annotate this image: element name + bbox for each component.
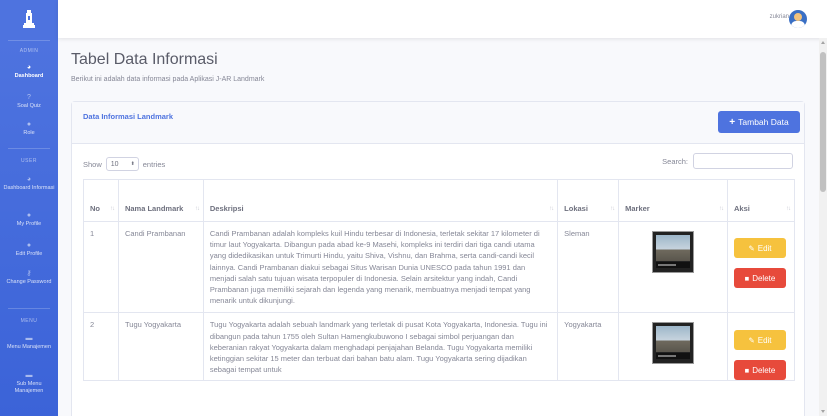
cell-lokasi: Yogyakarta bbox=[557, 312, 620, 382]
search-label: Search: bbox=[662, 156, 688, 166]
sidebar-item-label: Dashboard Informasi bbox=[3, 185, 55, 191]
sort-icon: ↑↓ bbox=[549, 206, 554, 212]
sidebar-item-dashboard[interactable]: ◕ Dashboard bbox=[0, 64, 58, 80]
entries-label: entries bbox=[142, 159, 166, 169]
table-header-row: No ↑↓ Nama Landmark ↑↓ Deskripsi ↑↓ Lokasi ↑… bbox=[83, 179, 796, 222]
data-card: Data Informasi Landmark + Tambah Data Sh… bbox=[71, 101, 805, 416]
search-input[interactable] bbox=[693, 153, 793, 169]
topbar: zukrian bbox=[58, 0, 827, 38]
edit-button[interactable]: ✎ Edit bbox=[733, 330, 786, 351]
data-table: No ↑↓ Nama Landmark ↑↓ Deskripsi ↑↓ Lokasi ↑… bbox=[83, 179, 796, 382]
sidebar-item-change-password[interactable]: ⚷ Change Password bbox=[0, 270, 58, 286]
sidebar-item-role[interactable]: ● Role bbox=[0, 121, 58, 137]
user-edit-icon: ● bbox=[26, 242, 32, 249]
sidebar-item-edit-profile[interactable]: ● Edit Profile bbox=[0, 242, 58, 258]
sidebar-heading-menu: MENU bbox=[20, 318, 38, 324]
cell-deskripsi: Tugu Yogyakarta adalah sebuah landmark y… bbox=[202, 312, 559, 382]
tachometer-icon: ◕ bbox=[26, 64, 32, 71]
monument-icon bbox=[23, 10, 35, 28]
cell-deskripsi: Candi Prambanan adalah kompleks kuil Hin… bbox=[202, 220, 559, 314]
sidebar-divider bbox=[8, 40, 50, 41]
cell-marker bbox=[618, 312, 728, 382]
sidebar-item-label: Edit Profile bbox=[15, 251, 43, 257]
sidebar: ADMIN ◕ Dashboard ? Soal Quiz ● Role USE… bbox=[0, 0, 58, 416]
card-title: Data Informasi Landmark bbox=[83, 112, 174, 121]
user-icon: ● bbox=[26, 121, 32, 128]
sidebar-item-menu-manajemen[interactable]: ▬ Menu Manajemen bbox=[0, 335, 58, 351]
plus-icon: + bbox=[729, 116, 736, 128]
sort-icon: ↑↓ bbox=[786, 206, 791, 212]
scroll-up-icon[interactable] bbox=[821, 41, 825, 44]
cell-no: 2 bbox=[83, 312, 119, 382]
cell-no: 1 bbox=[83, 220, 119, 314]
sidebar-item-dashboard-informasi[interactable]: ◕ Dashboard Informasi bbox=[0, 176, 58, 192]
marker-image bbox=[652, 231, 695, 273]
user-icon: ● bbox=[26, 212, 32, 219]
cell-aksi: ✎ Edit ■ Delete bbox=[726, 220, 796, 314]
sidebar-item-label: Menu Manajemen bbox=[6, 344, 52, 350]
cell-lokasi: Sleman bbox=[557, 220, 620, 314]
sidebar-heading-admin: ADMIN bbox=[19, 48, 39, 54]
entries-length: Show 10 ⬍ entries bbox=[83, 157, 165, 171]
column-header-nama-landmark[interactable]: Nama Landmark ↑↓ bbox=[117, 179, 204, 222]
scrollbar-thumb[interactable] bbox=[820, 52, 826, 192]
column-header-lokasi[interactable]: Lokasi ↑↓ bbox=[557, 179, 620, 222]
scroll-down-icon[interactable] bbox=[821, 410, 825, 413]
marker-image bbox=[652, 322, 695, 365]
page-subtitle: Berikut ini adalah data informasi pada A… bbox=[71, 76, 265, 83]
sidebar-item-label: Soal Quiz bbox=[17, 103, 41, 109]
add-data-button[interactable]: + Tambah Data bbox=[718, 111, 800, 133]
select-arrows-icon: ⬍ bbox=[130, 161, 135, 167]
sidebar-item-label: Dashboard bbox=[14, 73, 44, 79]
question-icon: ? bbox=[27, 94, 31, 101]
trash-icon: ■ bbox=[744, 273, 750, 283]
delete-button[interactable]: ■ Delete bbox=[733, 268, 786, 288]
column-header-no[interactable]: No ↑↓ bbox=[83, 179, 119, 222]
column-header-deskripsi[interactable]: Deskripsi ↑↓ bbox=[202, 179, 559, 222]
page-title: Tabel Data Informasi bbox=[71, 51, 218, 68]
search-filter: Search: bbox=[662, 153, 793, 169]
folder-open-icon: ▬ bbox=[25, 372, 33, 379]
sort-icon: ↑↓ bbox=[718, 206, 724, 212]
card-header: Data Informasi Landmark + Tambah Data bbox=[72, 102, 804, 144]
cell-marker bbox=[618, 220, 728, 314]
sort-icon: ↑↓ bbox=[194, 206, 200, 212]
column-header-marker[interactable]: Marker ↑↓ bbox=[618, 179, 728, 222]
page-scrollbar[interactable] bbox=[819, 38, 827, 416]
column-header-aksi[interactable]: Aksi ↑↓ bbox=[726, 179, 796, 222]
table-row: 1 Candi Prambanan Candi Prambanan adalah… bbox=[83, 220, 796, 314]
folder-icon: ▬ bbox=[25, 335, 33, 342]
avatar[interactable] bbox=[789, 10, 807, 28]
entries-value: 10 bbox=[110, 160, 119, 168]
sidebar-heading-user: USER bbox=[21, 158, 37, 164]
sidebar-divider bbox=[8, 148, 50, 149]
table-row: 2 Tugu Yogyakarta Tugu Yogyakarta adalah… bbox=[83, 312, 796, 382]
sidebar-divider bbox=[8, 308, 50, 309]
sidebar-item-soal-quiz[interactable]: ? Soal Quiz bbox=[0, 94, 58, 110]
tachometer-icon: ◕ bbox=[26, 176, 32, 183]
edit-button[interactable]: ✎ Edit bbox=[733, 238, 786, 258]
brand-logo[interactable] bbox=[0, 0, 58, 38]
sidebar-item-my-profile[interactable]: ● My Profile bbox=[0, 212, 58, 228]
trash-icon: ■ bbox=[744, 365, 750, 375]
key-icon: ⚷ bbox=[26, 270, 32, 277]
sidebar-item-label: Change Password bbox=[6, 279, 52, 285]
add-data-label: Tambah Data bbox=[738, 117, 789, 127]
user-name[interactable]: zukrian bbox=[770, 14, 789, 20]
sidebar-item-sub-menu-manajemen[interactable]: ▬ Sub Menu Manajemen bbox=[0, 372, 58, 394]
sidebar-item-label: Role bbox=[23, 130, 35, 136]
sort-icon: ↑↓ bbox=[109, 206, 115, 212]
cell-aksi: ✎ Edit ■ Delete bbox=[726, 312, 796, 382]
sort-icon: ↑↓ bbox=[610, 206, 615, 212]
edit-icon: ✎ bbox=[748, 335, 755, 345]
sidebar-item-label: My Profile bbox=[16, 221, 42, 227]
entries-select[interactable]: 10 ⬍ bbox=[105, 157, 139, 171]
cell-nama-landmark: Tugu Yogyakarta bbox=[117, 312, 204, 382]
sidebar-item-label: Sub Menu Manajemen bbox=[14, 381, 44, 394]
cell-nama-landmark: Candi Prambanan bbox=[117, 220, 204, 314]
show-label: Show bbox=[83, 159, 102, 169]
delete-button[interactable]: ■ Delete bbox=[733, 360, 786, 381]
edit-icon: ✎ bbox=[748, 243, 755, 253]
